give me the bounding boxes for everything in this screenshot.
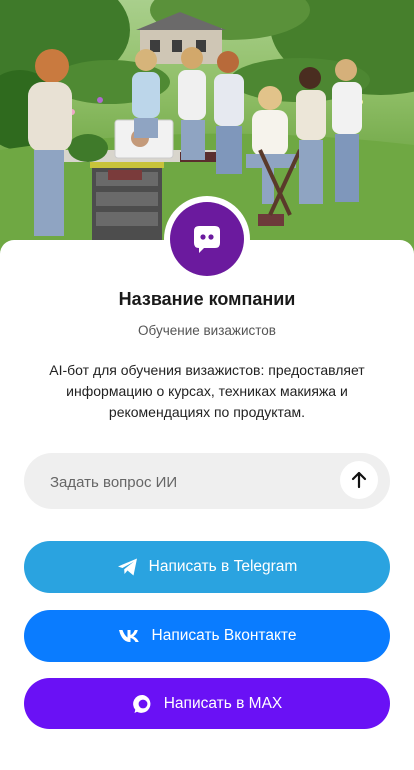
- arrow-up-icon: [351, 471, 367, 489]
- company-name: Название компании: [118, 289, 296, 309]
- vk-button-label: Написать Вконтакте: [151, 627, 297, 644]
- send-button[interactable]: [340, 461, 378, 499]
- ask-ai-input[interactable]: [48, 453, 342, 511]
- avatar-background: [170, 202, 244, 276]
- telegram-button-label: Написать в Telegram: [148, 558, 298, 575]
- ask-ai-box: [24, 453, 390, 511]
- max-button[interactable]: Написать в MAX: [24, 678, 390, 729]
- max-icon: [132, 693, 154, 715]
- vk-icon: [118, 629, 142, 643]
- max-button-label: Написать в MAX: [163, 694, 283, 712]
- company-avatar: [164, 196, 250, 282]
- chat-bot-icon: [190, 223, 224, 255]
- company-description: AI-бот для обучения визажистов: предоста…: [49, 362, 365, 420]
- telegram-icon: [117, 557, 139, 577]
- telegram-button[interactable]: Написать в Telegram: [24, 541, 390, 593]
- vk-button[interactable]: Написать Вконтакте: [24, 610, 390, 662]
- company-subtitle: Обучение визажистов: [138, 323, 276, 338]
